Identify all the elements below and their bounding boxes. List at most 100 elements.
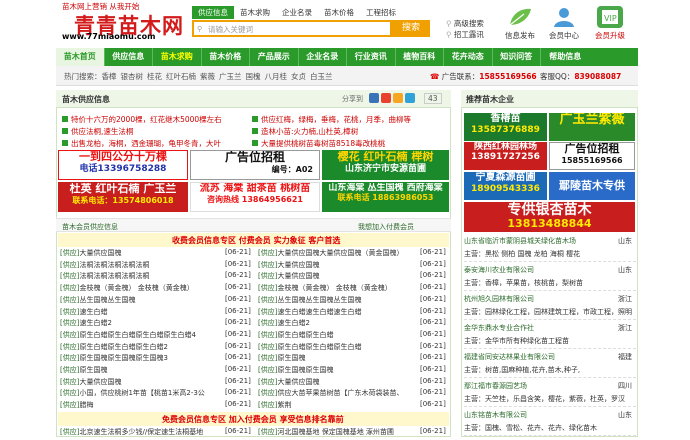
hot-search-link[interactable]: 银杏树 bbox=[121, 72, 144, 81]
table-row[interactable]: [供应]大量供应国槐 [06-21] [供应]大量供应国槐 [06-21] bbox=[58, 376, 449, 389]
company-name-link[interactable]: 福建省同安达林果业有限公司 福建 bbox=[464, 352, 636, 362]
hot-search-link[interactable]: 八月桂 bbox=[265, 72, 288, 81]
table-row[interactable]: [供应]原生国槐 [06-21] [供应]原生国槐原生国槐 [06-21] bbox=[58, 365, 449, 377]
supply-link[interactable]: 出售龙柏，海桐，洒金珊瑚，龟甲冬青，大叶 bbox=[62, 138, 221, 149]
hot-search-link[interactable]: 桂花 bbox=[147, 72, 162, 81]
table-row[interactable]: [供应]大量供应国槐 [06-21] [供应]大量供应国槐大量供应国槐（黄金国槐）[… bbox=[58, 248, 449, 260]
share-label: 分享到 bbox=[342, 95, 363, 103]
share-tencent-icon[interactable] bbox=[405, 93, 415, 103]
table-row[interactable]: [供应]金枝槐（黄金槐） 金枝槐（黄金槐） [06-21] [供应]金枝槐（黄金槐）… bbox=[58, 283, 449, 296]
hot-search-link[interactable]: 香樟 bbox=[102, 72, 117, 81]
nav-help[interactable]: 帮助信息 bbox=[541, 48, 590, 66]
join-paid-member-link[interactable]: 我想加入付费会员 bbox=[358, 222, 414, 232]
company-name-link[interactable]: 山东省临沂市蒙阴县城关绿化苗木场 山东 bbox=[464, 236, 636, 246]
divider bbox=[464, 348, 636, 349]
search-tabs: 供应信息 苗木求购 企业名录 苗木价格 工程招标 bbox=[192, 6, 402, 19]
hot-search-link[interactable]: 国槐 bbox=[246, 72, 261, 81]
nav-flowers[interactable]: 花卉动态 bbox=[444, 48, 493, 66]
recruit-link[interactable]: ⚲ 招工露讯 bbox=[446, 29, 484, 40]
right-ad-banner[interactable]: 专供银杏苗木 13813488844 bbox=[464, 202, 635, 232]
recommended-title: 推荐苗木企业 bbox=[466, 95, 514, 104]
right-ad-banner[interactable]: 陕西红林园林场 13891727256 bbox=[464, 142, 547, 170]
search-tab-buy[interactable]: 苗木求购 bbox=[234, 6, 276, 19]
share-qzone-icon[interactable] bbox=[369, 93, 379, 103]
table-row[interactable]: [供应]速生白蜡2 [06-21] [供应]速生白蜡2 [06-21] bbox=[58, 318, 449, 331]
divider bbox=[464, 435, 636, 436]
supply-link[interactable]: 特价十六万的2000棵，红花继木5000棵左右 bbox=[62, 114, 222, 125]
company-main-products: 主营：金华市所有种绿化苗工程苗 bbox=[464, 337, 569, 345]
search-tab-bids[interactable]: 工程招标 bbox=[360, 6, 402, 19]
member-center-shortcut[interactable]: 会员中心 bbox=[544, 4, 584, 41]
supply-link[interactable]: 大量提供桃树苗毒树苗8518毒改桃桃 bbox=[252, 138, 385, 149]
table-row[interactable]: [供应]速生白蜡 [06-21] [供应]速生白蜡速生白蜡速生白蜡 [06-21] bbox=[58, 306, 449, 319]
table-row[interactable]: [供应]北京速生法桐多少钱//保定速生法桐基地 [06-21] [供应]河北国槐… bbox=[58, 427, 449, 439]
search-tab-companies[interactable]: 企业名录 bbox=[276, 6, 318, 19]
ad-banner[interactable]: 一到四公分十万棵 电话13396758288 bbox=[58, 150, 188, 180]
nav-home[interactable]: 苗木首页 bbox=[56, 48, 105, 66]
ad-banner[interactable]: 樱花 红叶石楠 榉树 山东济宁市安源苗圃 bbox=[322, 150, 449, 180]
search-icon: ⚲ bbox=[197, 25, 203, 33]
company-name-link[interactable]: 泰安海川农业有限公司 山东 bbox=[464, 265, 636, 275]
hot-search-link[interactable]: 红叶石楠 bbox=[166, 72, 196, 81]
ad-banner[interactable]: 杜英 红叶石楠 广玉兰 联系电话：13574806018 bbox=[58, 182, 188, 212]
nav-qa[interactable]: 知识问答 bbox=[493, 48, 541, 66]
divider bbox=[464, 406, 636, 407]
table-row[interactable]: [供应]腊梅 [06-21] [供应]紫荆 [06-21] bbox=[58, 400, 449, 413]
nav-companies[interactable]: 企业名录 bbox=[299, 48, 347, 66]
supply-link[interactable]: 供应红梅，绿梅，垂梅，花桃，月季，曲柳等 bbox=[252, 114, 411, 125]
hot-search-link[interactable]: 紫薇 bbox=[200, 72, 215, 81]
nav-encyclopedia[interactable]: 植物百科 bbox=[396, 48, 444, 66]
supply-link[interactable]: 供应法桐,速生法桐 bbox=[62, 126, 133, 137]
company-main-products: 主营：黑松 侧柏 国槐 龙柏 海桐 樱花 bbox=[464, 250, 581, 258]
search-extra-links: ⚲ 高级搜索 ⚲ 招工露讯 bbox=[446, 18, 484, 40]
company-name-link[interactable]: 杭州旭久园林有限公司 浙江 bbox=[464, 294, 636, 304]
search-input[interactable]: ⚲ 请输入关键词 bbox=[192, 20, 392, 37]
nav-news[interactable]: 行业资讯 bbox=[347, 48, 396, 66]
hot-search-link[interactable]: 女贞 bbox=[291, 72, 306, 81]
share-weibo-icon[interactable] bbox=[381, 93, 391, 103]
table-row[interactable]: [供应]法桐法桐法桐法桐法桐 [06-21] [供应]大量供应国槐 [06-21] bbox=[58, 259, 449, 272]
table-row[interactable]: [供应]原生白蜡原生白蜡原生白蜡2 [06-21] [供应]原生白蜡原生白蜡原生白蜡… bbox=[58, 341, 449, 354]
share-renren-icon[interactable] bbox=[393, 93, 403, 103]
right-ad-banner[interactable]: 鄢陵苗木专供 bbox=[549, 172, 635, 200]
supply-link[interactable]: 造林小苗:火力楠,山杜英,樟树 bbox=[252, 126, 358, 137]
search-tab-prices[interactable]: 苗木价格 bbox=[318, 6, 360, 19]
search-button[interactable]: 搜索 bbox=[392, 20, 430, 37]
paid-zone-title: 收费会员信息专区 付费会员 实力象征 客户首选 bbox=[172, 236, 341, 245]
table-row[interactable]: [供应]原生国槐原生国槐原生国槐3 [06-21] [供应]原生国槐 [06-21] bbox=[58, 353, 449, 366]
publish-info-shortcut[interactable]: 信息发布 bbox=[500, 4, 540, 41]
site-url: www.77miaomu.com bbox=[62, 32, 156, 41]
nav-products[interactable]: 产品展示 bbox=[250, 48, 299, 66]
table-row[interactable]: [供应]法桐法桐法桐法桐法桐 [06-21] [供应]大量供应国槐 [06-21] bbox=[58, 271, 449, 284]
advanced-search-link[interactable]: ⚲ 高级搜索 bbox=[446, 18, 484, 29]
search-tab-supply[interactable]: 供应信息 bbox=[192, 6, 234, 19]
nav-supply[interactable]: 供应信息 bbox=[105, 48, 153, 66]
divider bbox=[464, 319, 636, 320]
ad-banner[interactable]: 山东海棠 丛生国槐 西府海棠 联系电话 18863986053 bbox=[322, 182, 449, 212]
company-main-products: 主营：园林绿化工程，园林建筑工程，市政工程，照明 bbox=[464, 308, 632, 316]
right-ad-banner[interactable]: 广告位招租 15855169566 bbox=[549, 142, 635, 170]
ad-banner[interactable]: 广告位招租 编号：A02 bbox=[190, 150, 320, 180]
search-placeholder: 请输入关键词 bbox=[208, 25, 253, 34]
table-row[interactable]: [供应]小国，供应桃树1年苗【桃苗1米高2-3公 [06-21] [供应]供应大苗苹… bbox=[58, 388, 449, 401]
right-ad-banner[interactable]: 宁夏森源苗圃 18909543336 bbox=[464, 172, 547, 200]
table-row[interactable]: [供应]原生白蜡原生白蜡原生白蜡原生白蜡4 [06-21] [供应]原生白蜡原生白蜡… bbox=[58, 329, 449, 342]
company-main-products: 主营：天竺桂，乐昌含笑，樱花，紫薇，杜英，罗汉 bbox=[464, 395, 625, 403]
company-name-link[interactable]: 金华东鼎水专业合作社 浙江 bbox=[464, 323, 636, 333]
company-name-link[interactable]: 山东铭苗木有限公司 山东 bbox=[464, 410, 636, 420]
service-qq: 客服QQ：839088087 bbox=[540, 72, 622, 81]
member-upgrade-shortcut[interactable]: VIP 会员升级 bbox=[590, 4, 630, 41]
company-name-link[interactable]: 鄢江福市春源园艺场 四川 bbox=[464, 381, 636, 391]
user-icon bbox=[551, 6, 577, 28]
right-ad-banner[interactable]: 广玉兰紫薇 bbox=[549, 113, 635, 141]
nav-buy[interactable]: 苗木求购 bbox=[153, 48, 202, 66]
hot-search-link[interactable]: 白玉兰 bbox=[310, 72, 333, 81]
hot-search-link[interactable]: 广玉兰 bbox=[219, 72, 242, 81]
nav-prices[interactable]: 苗木价格 bbox=[202, 48, 250, 66]
member-supply-label: 苗木会员供应信息 bbox=[62, 223, 118, 231]
leaf-icon bbox=[507, 6, 533, 28]
table-row[interactable]: [供应]丛生国槐丛生国槐 [06-21] [供应]丛生国槐丛生国槐丛生国槐 [06-2… bbox=[58, 294, 449, 307]
header-shortcuts: 信息发布 会员中心 VIP 会员升级 bbox=[500, 4, 685, 42]
ad-banner[interactable]: 流苏 海棠 甜茶苗 桃树苗 咨询热线 13864956621 bbox=[190, 182, 320, 212]
right-ad-banner[interactable]: 香椿苗 13587376889 bbox=[464, 113, 547, 141]
